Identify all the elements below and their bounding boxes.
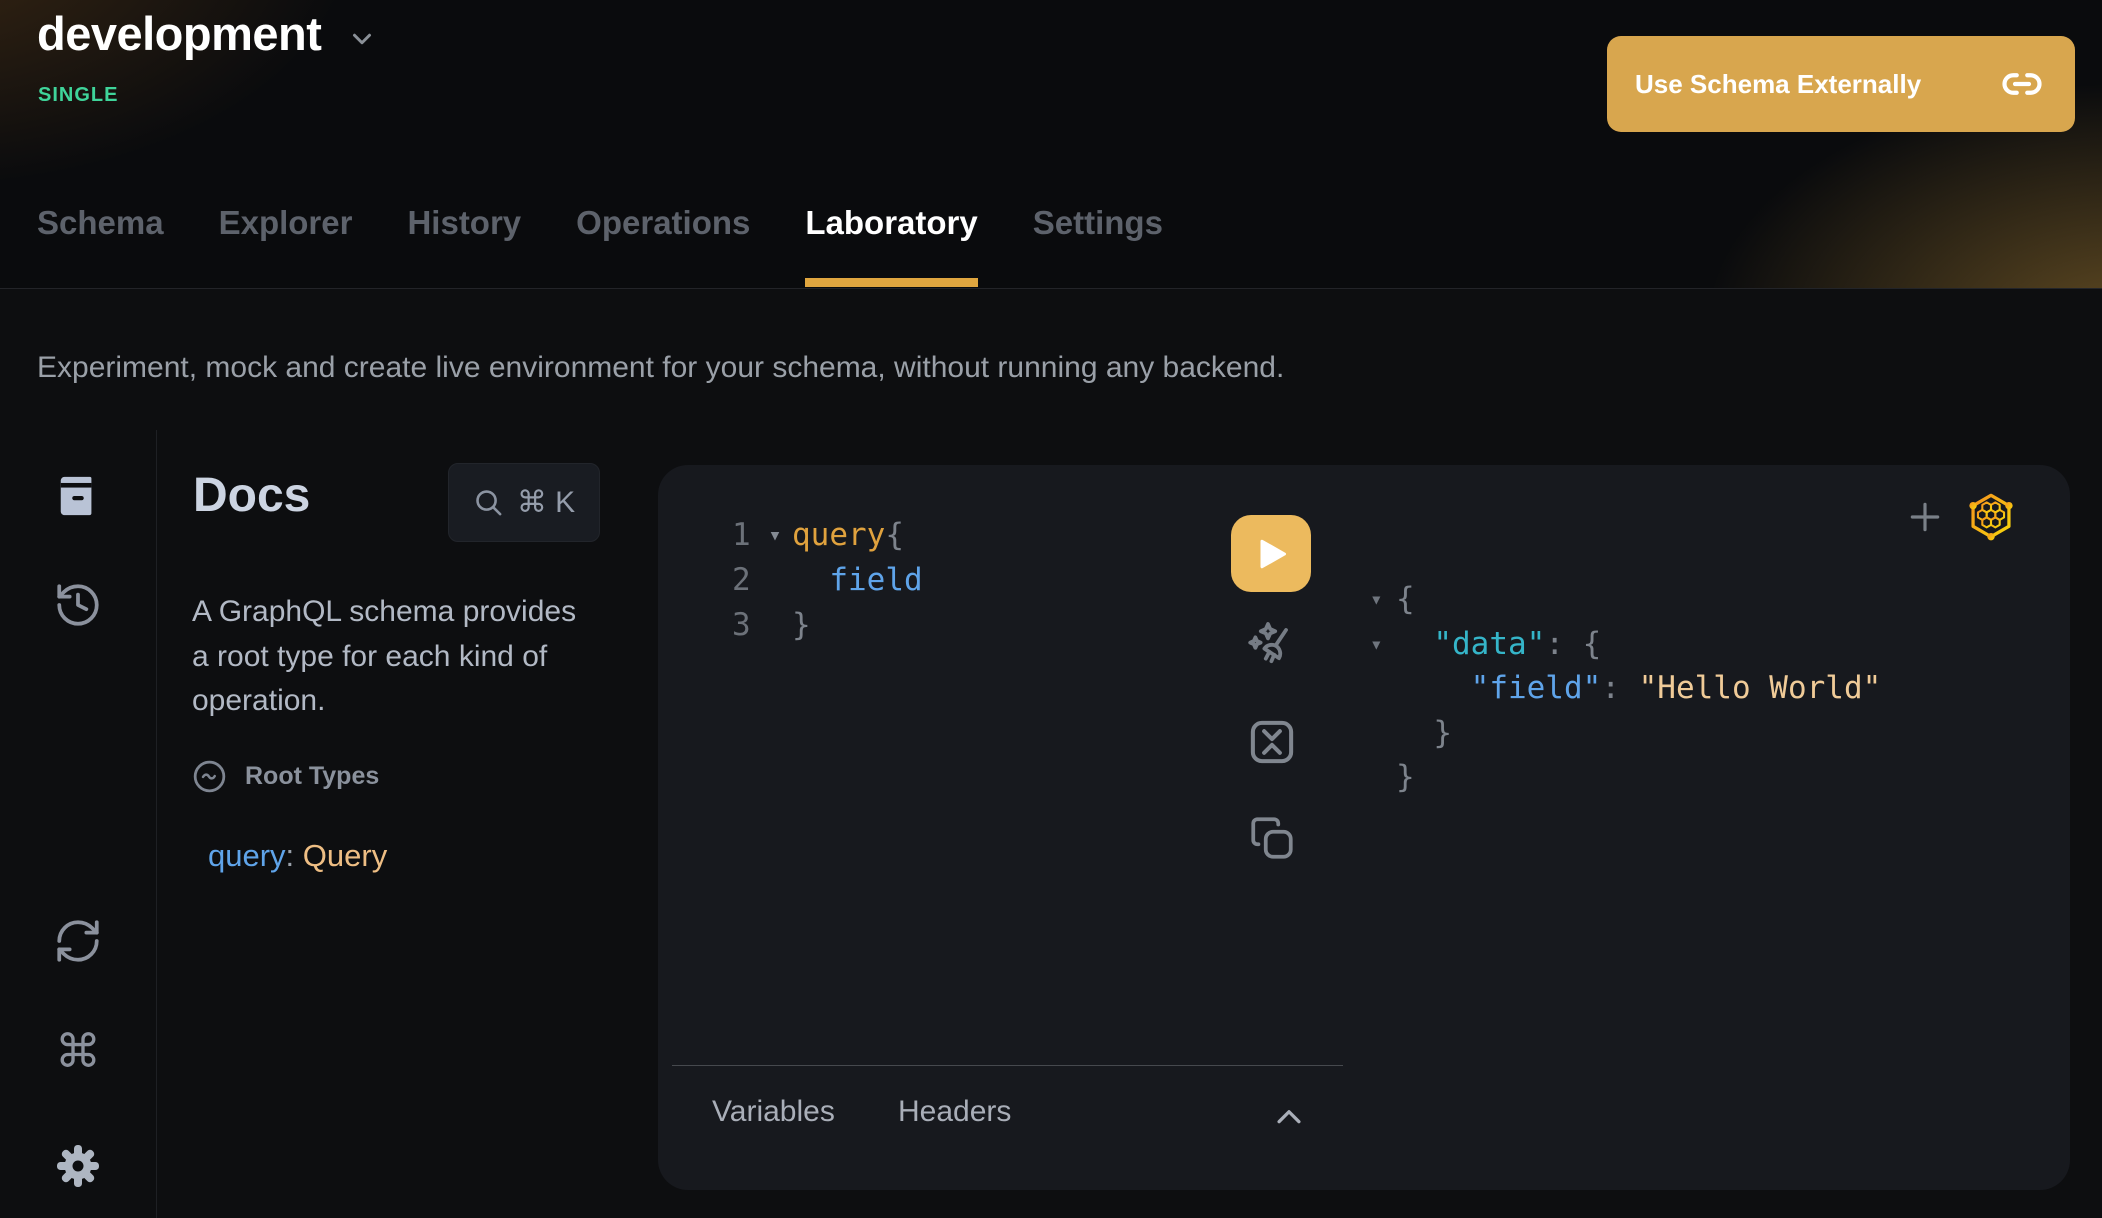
graphiql-panel: 1▾query{ 2 field 3} bbox=[658, 465, 2070, 1190]
tab-variables[interactable]: Variables bbox=[712, 1095, 835, 1129]
docs-heading: Docs bbox=[193, 468, 310, 523]
prettify-button[interactable] bbox=[1241, 617, 1299, 677]
line-number: 2 bbox=[732, 558, 758, 603]
root-types-section: Root Types bbox=[191, 758, 379, 795]
tab-settings[interactable]: Settings bbox=[1033, 196, 1163, 288]
response-line: ▾{ bbox=[1370, 577, 1881, 622]
sidebar-item-settings[interactable] bbox=[54, 1142, 102, 1190]
page-subtitle: Experiment, mock and create live environ… bbox=[37, 351, 1284, 385]
json-string-value: "Hello World" bbox=[1620, 666, 1881, 711]
query-editor[interactable]: 1▾query{ 2 field 3} bbox=[732, 513, 923, 648]
root-types-label: Root Types bbox=[245, 762, 379, 791]
collapse-footer-button[interactable] bbox=[1272, 1103, 1306, 1129]
sidebar-item-history[interactable] bbox=[53, 580, 103, 630]
search-button[interactable]: ⌘ K bbox=[448, 463, 600, 542]
play-icon bbox=[1253, 536, 1289, 572]
refresh-icon bbox=[53, 916, 103, 966]
add-tab-button[interactable] bbox=[1906, 498, 1944, 536]
response-line: } bbox=[1370, 711, 1881, 756]
docs-description: A GraphQL schema provides a root type fo… bbox=[192, 590, 582, 724]
brace-token: } bbox=[792, 603, 811, 648]
fold-icon[interactable]: ▾ bbox=[758, 513, 792, 558]
page-header: development SINGLE Use Schema Externally… bbox=[0, 0, 2102, 289]
root-type-separator: : bbox=[286, 838, 303, 873]
collapse-icon[interactable]: ▾ bbox=[1370, 577, 1396, 622]
field-token: field bbox=[792, 558, 923, 603]
editor-line: 2 field bbox=[732, 558, 923, 603]
tab-laboratory[interactable]: Laboratory bbox=[805, 196, 977, 288]
use-schema-externally-button[interactable]: Use Schema Externally bbox=[1607, 36, 2075, 132]
collapse-icon[interactable]: ▾ bbox=[1370, 622, 1396, 667]
chevron-down-icon bbox=[347, 24, 377, 54]
tab-history[interactable]: History bbox=[407, 196, 521, 288]
laboratory-page: development SINGLE Use Schema Externally… bbox=[0, 0, 2102, 1218]
editor-line: 1▾query{ bbox=[732, 513, 923, 558]
page-title: development bbox=[37, 6, 321, 61]
brace-token: { bbox=[885, 513, 904, 558]
line-number: 3 bbox=[732, 603, 758, 648]
response-line: "field": "Hello World" bbox=[1370, 666, 1881, 711]
tab-headers[interactable]: Headers bbox=[898, 1095, 1011, 1129]
line-number: 1 bbox=[732, 513, 758, 558]
keyword-token: query bbox=[792, 513, 885, 558]
response-line: ▾ "data": { bbox=[1370, 622, 1881, 667]
root-type-field-name: query bbox=[208, 838, 286, 873]
search-shortcut: ⌘ K bbox=[517, 485, 575, 520]
sidebar-item-refetch-schema[interactable] bbox=[53, 916, 103, 966]
history-icon bbox=[53, 580, 103, 630]
docs-book-icon bbox=[55, 472, 101, 520]
nav-tabs: Schema Explorer History Operations Labor… bbox=[37, 196, 1163, 288]
prettify-broom-icon bbox=[1241, 617, 1299, 677]
single-badge: SINGLE bbox=[38, 84, 118, 107]
tab-schema[interactable]: Schema bbox=[37, 196, 164, 288]
gear-icon bbox=[54, 1142, 102, 1190]
copy-query-button[interactable] bbox=[1247, 813, 1297, 863]
editor-line: 3} bbox=[732, 603, 923, 648]
search-icon bbox=[473, 487, 504, 518]
link-icon bbox=[2001, 63, 2043, 105]
root-type-type-name[interactable]: Query bbox=[303, 838, 387, 873]
sidebar-item-docs[interactable] bbox=[55, 472, 101, 520]
merge-fragments-button[interactable] bbox=[1245, 715, 1299, 769]
merge-icon bbox=[1245, 715, 1299, 769]
hive-logo bbox=[1966, 491, 2016, 541]
editor-footer-divider bbox=[672, 1065, 1343, 1066]
tab-operations[interactable]: Operations bbox=[576, 196, 750, 288]
tab-explorer[interactable]: Explorer bbox=[219, 196, 353, 288]
target-dropdown[interactable]: development bbox=[37, 6, 377, 61]
json-key: "data" bbox=[1396, 622, 1545, 667]
plus-icon bbox=[1906, 498, 1944, 536]
response-line: } bbox=[1370, 755, 1881, 800]
command-icon: ⌘ bbox=[55, 1028, 101, 1074]
use-schema-externally-label: Use Schema Externally bbox=[1635, 69, 1921, 100]
laboratory-workspace: ⌘ D bbox=[0, 430, 2102, 1218]
plugin-sidebar: ⌘ bbox=[0, 430, 157, 1218]
json-key: "field" bbox=[1396, 666, 1601, 711]
execute-query-button[interactable] bbox=[1231, 515, 1311, 592]
docs-panel: Docs ⌘ K A GraphQL schema provides a roo… bbox=[158, 430, 658, 1218]
response-viewer: ▾{ ▾ "data": { "field": "Hello World" } … bbox=[1370, 577, 1881, 800]
root-types-icon bbox=[191, 758, 228, 795]
sidebar-item-shortcuts[interactable]: ⌘ bbox=[55, 1028, 101, 1074]
copy-icon bbox=[1247, 813, 1297, 863]
root-type-query-link[interactable]: query: Query bbox=[208, 838, 387, 874]
chevron-up-icon bbox=[1272, 1103, 1306, 1129]
